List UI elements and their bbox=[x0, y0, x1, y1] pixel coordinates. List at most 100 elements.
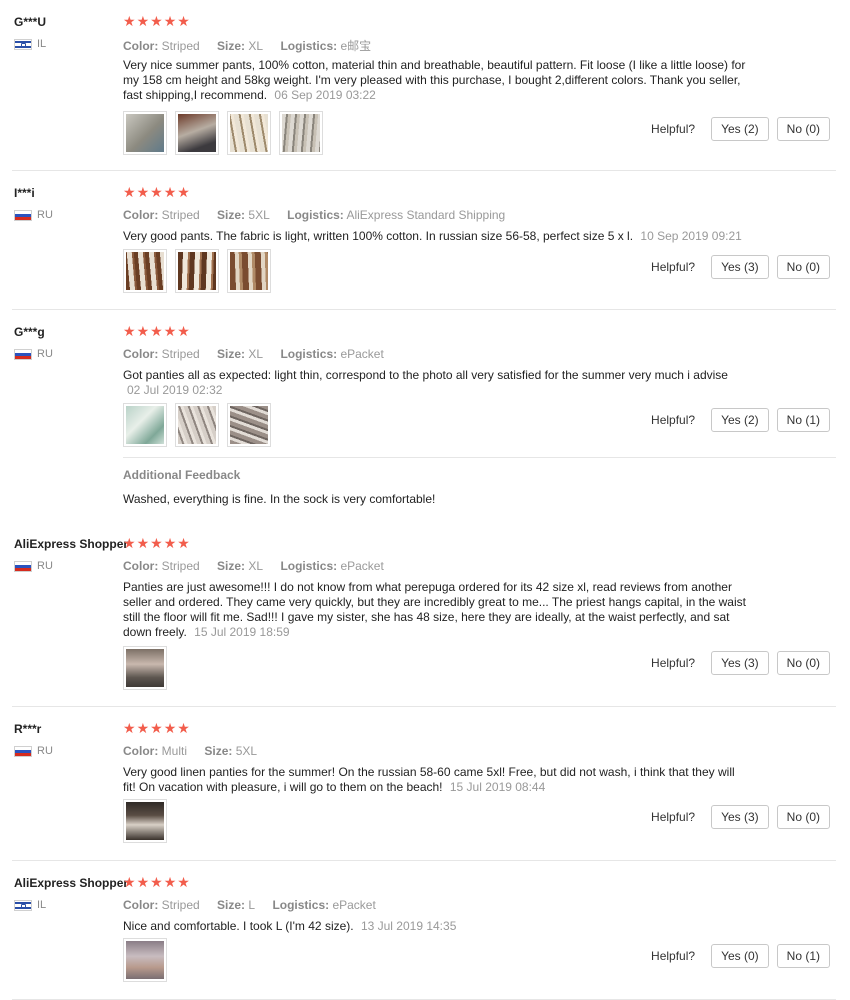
review-date: 15 Jul 2019 18:59 bbox=[194, 625, 290, 639]
review-text: Very nice summer pants, 100% cotton, mat… bbox=[123, 58, 746, 102]
star-icon: ★ bbox=[123, 324, 136, 340]
color-value: Multi bbox=[161, 744, 188, 758]
review-photo-thumbnail[interactable] bbox=[279, 111, 323, 155]
review-photo-thumbnail[interactable] bbox=[123, 249, 167, 293]
israel-flag-icon bbox=[14, 899, 32, 911]
helpful-no-button[interactable]: No (1) bbox=[776, 408, 830, 432]
review-photo-thumbnail[interactable] bbox=[123, 403, 167, 447]
color-value: Striped bbox=[161, 208, 200, 222]
reviewer-name: AliExpress Shopper bbox=[14, 876, 129, 890]
star-icon: ★ bbox=[136, 721, 150, 737]
helpful-yes-button[interactable]: Yes (3) bbox=[711, 805, 769, 829]
logistics-label: Logistics: bbox=[280, 559, 338, 573]
helpful-votes: Helpful? Yes (0) No (1) bbox=[651, 944, 830, 968]
country-code: RU bbox=[37, 745, 53, 757]
review-item: AliExpress Shopper IL ★ ★ ★ ★ ★ Color: S… bbox=[0, 861, 850, 1000]
helpful-yes-button[interactable]: Yes (3) bbox=[711, 255, 769, 279]
size-value: XL bbox=[248, 347, 264, 361]
review-photo-thumbnail[interactable] bbox=[123, 938, 167, 982]
country-code: RU bbox=[37, 348, 53, 360]
order-attributes: Color: Striped Size: L Logistics: ePacke… bbox=[123, 898, 390, 912]
review-photos bbox=[123, 646, 167, 690]
review-photos bbox=[123, 403, 271, 447]
helpful-label: Helpful? bbox=[651, 413, 696, 427]
helpful-no-button[interactable]: No (0) bbox=[776, 117, 830, 141]
reviewer-name: G***U bbox=[14, 15, 47, 29]
star-icon: ★ bbox=[177, 721, 190, 737]
israel-flag-icon bbox=[14, 38, 32, 50]
review-photo-thumbnail[interactable] bbox=[175, 403, 219, 447]
review-photo-thumbnail[interactable] bbox=[227, 249, 271, 293]
star-icon: ★ bbox=[150, 324, 163, 340]
review-date: 06 Sep 2019 03:22 bbox=[274, 88, 376, 102]
review-item: AliExpress Shopper RU ★ ★ ★ ★ ★ Color: S… bbox=[0, 522, 850, 707]
review-photo-thumbnail[interactable] bbox=[123, 646, 167, 690]
helpful-yes-button[interactable]: Yes (0) bbox=[711, 944, 769, 968]
star-icon: ★ bbox=[177, 324, 190, 340]
review-photo-thumbnail[interactable] bbox=[175, 111, 219, 155]
review-item: R***r RU ★ ★ ★ ★ ★ Color: Multi Size: 5X… bbox=[0, 707, 850, 861]
size-label: Size: bbox=[204, 744, 233, 758]
color-label: Color: bbox=[123, 744, 159, 758]
order-attributes: Color: Striped Size: 5XL Logistics: AliE… bbox=[123, 208, 519, 222]
helpful-no-button[interactable]: No (0) bbox=[776, 651, 830, 675]
review-photos bbox=[123, 249, 271, 293]
star-icon: ★ bbox=[136, 536, 150, 552]
russia-flag-icon bbox=[14, 348, 32, 360]
feedback-list: G***U IL ★ ★ ★ ★ ★ Color: Striped Size: … bbox=[0, 0, 850, 1000]
star-icon: ★ bbox=[136, 324, 150, 340]
helpful-no-button[interactable]: No (1) bbox=[776, 944, 830, 968]
reviewer-name: G***g bbox=[14, 325, 45, 339]
size-value: 5XL bbox=[248, 208, 270, 222]
review-photo-thumbnail[interactable] bbox=[227, 403, 271, 447]
review-photos bbox=[123, 799, 167, 843]
review-content: Nice and comfortable. I took L (I'm 42 s… bbox=[123, 919, 748, 934]
review-content: Very good pants. The fabric is light, wr… bbox=[123, 229, 748, 244]
review-photo-thumbnail[interactable] bbox=[227, 111, 271, 155]
review-photo-thumbnail[interactable] bbox=[123, 799, 167, 843]
order-attributes: Color: Multi Size: 5XL bbox=[123, 744, 271, 758]
review-date: 13 Jul 2019 14:35 bbox=[360, 919, 457, 933]
review-text: Got panties all as expected: light thin,… bbox=[123, 368, 728, 382]
helpful-yes-button[interactable]: Yes (3) bbox=[711, 651, 769, 675]
review-photos bbox=[123, 111, 323, 155]
helpful-no-button[interactable]: No (0) bbox=[776, 805, 830, 829]
helpful-no-button[interactable]: No (0) bbox=[776, 255, 830, 279]
size-label: Size: bbox=[217, 208, 246, 222]
star-icon: ★ bbox=[163, 721, 177, 737]
review-photo-thumbnail[interactable] bbox=[175, 249, 219, 293]
size-value: XL bbox=[248, 39, 264, 53]
order-attributes: Color: Striped Size: XL Logistics: e邮宝 bbox=[123, 37, 385, 54]
star-icon: ★ bbox=[150, 185, 163, 201]
star-rating: ★ ★ ★ ★ ★ bbox=[123, 876, 190, 890]
reviewer-country: RU bbox=[14, 745, 53, 757]
star-icon: ★ bbox=[150, 875, 163, 891]
review-text: Very good linen panties for the summer! … bbox=[123, 765, 735, 794]
helpful-votes: Helpful? Yes (2) No (0) bbox=[651, 117, 830, 141]
review-content: Panties are just awesome!!! I do not kno… bbox=[123, 580, 748, 640]
country-code: RU bbox=[37, 209, 53, 221]
star-icon: ★ bbox=[123, 721, 136, 737]
review-photos bbox=[123, 938, 167, 982]
helpful-votes: Helpful? Yes (2) No (1) bbox=[651, 408, 830, 432]
star-icon: ★ bbox=[136, 14, 150, 30]
helpful-votes: Helpful? Yes (3) No (0) bbox=[651, 651, 830, 675]
review-date: 10 Sep 2019 09:21 bbox=[640, 229, 742, 243]
additional-feedback-title: Additional Feedback bbox=[123, 468, 241, 482]
review-date: 15 Jul 2019 08:44 bbox=[449, 780, 546, 794]
helpful-votes: Helpful? Yes (3) No (0) bbox=[651, 255, 830, 279]
star-icon: ★ bbox=[150, 14, 163, 30]
helpful-yes-button[interactable]: Yes (2) bbox=[711, 117, 769, 141]
size-label: Size: bbox=[217, 559, 246, 573]
star-rating: ★ ★ ★ ★ ★ bbox=[123, 722, 190, 736]
star-icon: ★ bbox=[123, 536, 136, 552]
star-icon: ★ bbox=[123, 875, 136, 891]
review-content: Very good linen panties for the summer! … bbox=[123, 765, 748, 795]
review-content: Very nice summer pants, 100% cotton, mat… bbox=[123, 58, 748, 103]
review-photo-thumbnail[interactable] bbox=[123, 111, 167, 155]
helpful-yes-button[interactable]: Yes (2) bbox=[711, 408, 769, 432]
helpful-label: Helpful? bbox=[651, 949, 696, 963]
color-label: Color: bbox=[123, 347, 159, 361]
color-value: Striped bbox=[161, 39, 200, 53]
reviewer-country: IL bbox=[14, 38, 46, 50]
